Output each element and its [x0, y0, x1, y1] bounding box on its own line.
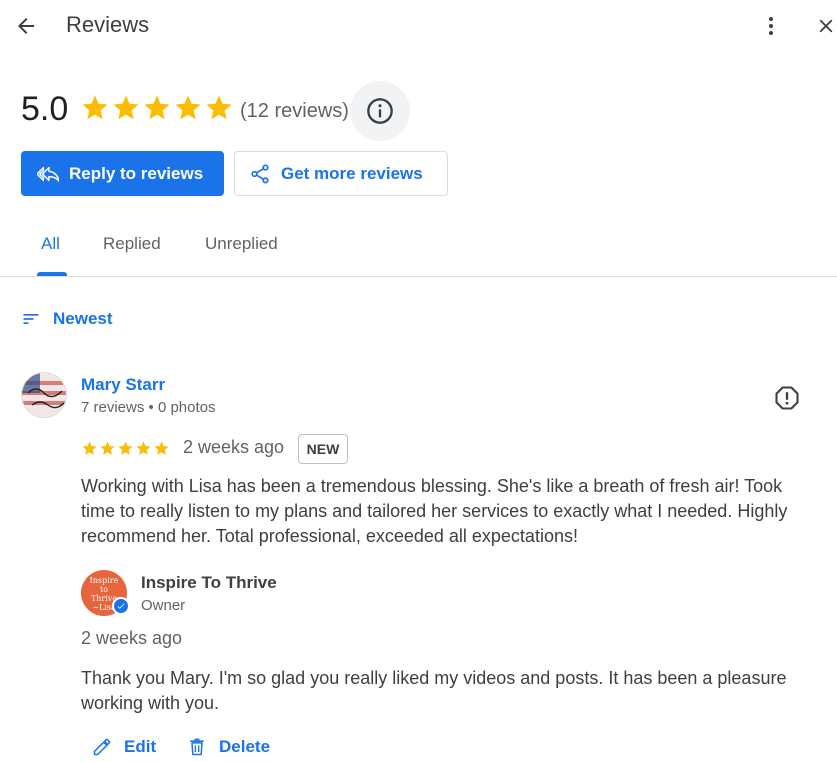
page-title: Reviews	[66, 12, 150, 37]
sort-button[interactable]: Newest	[21, 309, 113, 329]
sort-icon	[23, 314, 39, 324]
get-more-reviews-button[interactable]: Get more reviews	[234, 151, 448, 196]
back-button[interactable]	[8, 8, 44, 44]
report-review-button[interactable]	[773, 384, 801, 417]
get-more-reviews-label: Get more reviews	[281, 163, 423, 183]
rating-stars	[80, 93, 234, 123]
new-badge: NEW	[298, 434, 348, 464]
reply-to-reviews-button[interactable]: Reply to reviews	[21, 151, 224, 196]
star-icon	[206, 95, 232, 120]
edit-icon	[93, 738, 111, 756]
star-icon	[175, 95, 201, 120]
star-icon	[118, 441, 133, 455]
star-icon	[82, 95, 108, 120]
more-vert-icon	[769, 17, 773, 35]
check-icon	[117, 603, 125, 609]
close-icon	[819, 19, 833, 33]
delete-reply-button[interactable]: Delete	[187, 737, 270, 757]
delete-label: Delete	[219, 737, 271, 756]
share-icon	[251, 163, 269, 184]
star-icon	[136, 441, 151, 455]
info-icon	[367, 98, 393, 124]
star-icon	[144, 95, 170, 120]
reply-text: Thank you Mary. I'm so glad you really l…	[81, 668, 787, 713]
reviewer-meta: 7 reviews • 0 photos	[81, 399, 216, 416]
tab-unreplied[interactable]: Unreplied	[205, 234, 278, 254]
review-text: Working with Lisa has been a tremendous …	[81, 476, 788, 546]
verified-badge	[112, 597, 130, 615]
tab-all[interactable]: All	[41, 234, 60, 254]
close-button[interactable]	[815, 8, 837, 44]
star-icon	[100, 441, 115, 455]
tabs-divider	[0, 276, 837, 277]
reviewer-avatar[interactable]	[21, 372, 67, 418]
review-time: 2 weeks ago	[183, 437, 285, 457]
tab-replied[interactable]: Replied	[103, 234, 161, 254]
review-stars	[81, 440, 170, 457]
rating-value: 5.0	[21, 90, 69, 128]
report-icon	[775, 386, 799, 410]
sort-label: Newest	[53, 309, 113, 328]
review-count: (12 reviews)	[240, 100, 349, 122]
edit-label: Edit	[124, 737, 157, 756]
owner-name: Inspire To Thrive	[141, 573, 277, 592]
owner-role: Owner	[141, 597, 186, 614]
edit-reply-button[interactable]: Edit	[92, 737, 156, 757]
arrow-left-icon	[18, 18, 34, 34]
star-icon	[154, 441, 169, 455]
delete-icon	[190, 738, 204, 756]
info-button[interactable]	[350, 81, 410, 141]
reply-to-reviews-label: Reply to reviews	[69, 163, 204, 183]
reply-time: 2 weeks ago	[81, 628, 183, 648]
star-icon	[113, 95, 139, 120]
owner-avatar: Inspire to Thrive ~Lisa	[81, 570, 130, 616]
reply-all-icon	[37, 166, 59, 182]
reviewer-name[interactable]: Mary Starr	[81, 375, 165, 395]
more-options-button[interactable]	[753, 8, 789, 44]
star-icon	[82, 441, 97, 455]
